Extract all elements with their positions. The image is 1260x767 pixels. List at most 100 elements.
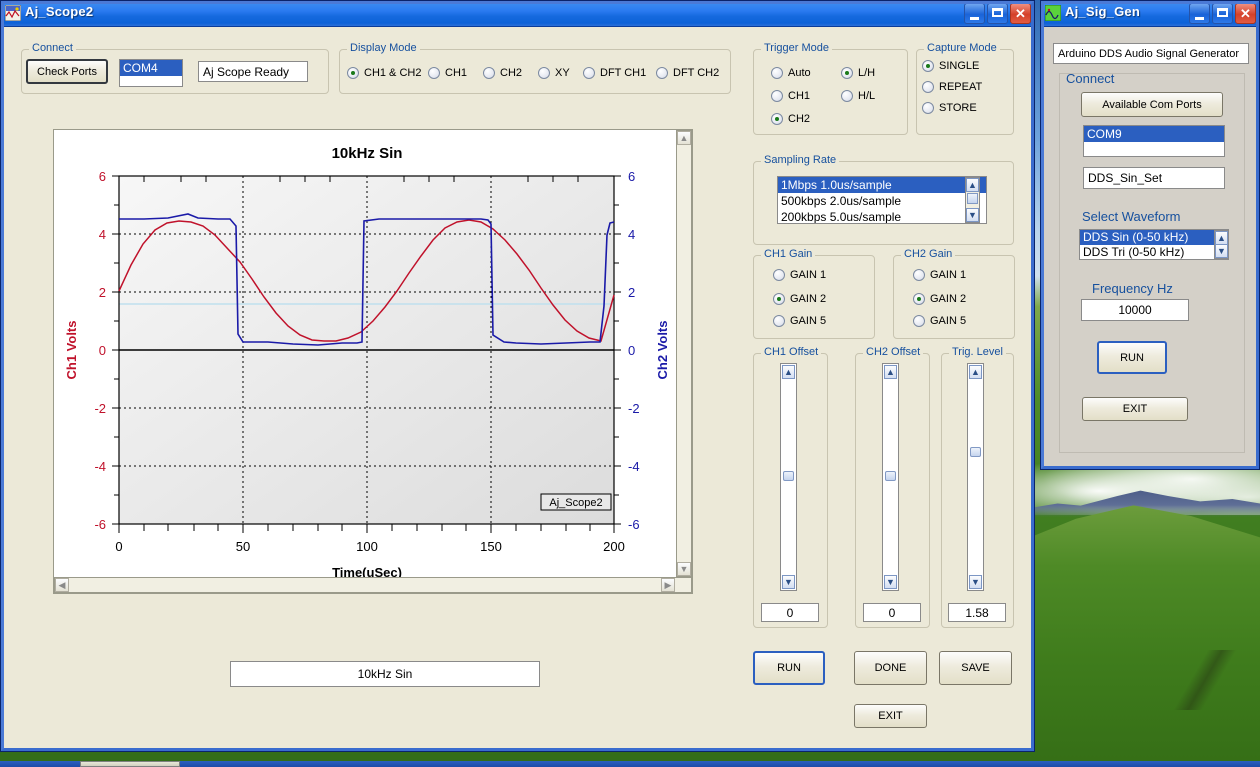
siggen-port-listbox[interactable]: COM9 (1083, 125, 1225, 157)
display-mode-ch2[interactable]: CH2 (483, 67, 522, 79)
slider-up-icon[interactable]: ▲ (884, 365, 897, 379)
scroll-down-icon[interactable]: ▼ (1215, 244, 1228, 258)
siggen-exit-button[interactable]: EXIT (1082, 397, 1188, 421)
done-button[interactable]: DONE (854, 651, 927, 685)
maximize-button[interactable] (987, 3, 1008, 24)
trigger-edge-lh[interactable]: L/H (841, 67, 875, 79)
check-ports-button[interactable]: Check Ports (26, 59, 108, 84)
radio-dot (538, 67, 550, 79)
slider-thumb[interactable] (885, 471, 896, 481)
display-mode-ch1[interactable]: CH1 (428, 67, 467, 79)
scope-port-listbox[interactable]: COM4 (119, 59, 183, 87)
slider-down-icon[interactable]: ▼ (884, 575, 897, 589)
minimize-button[interactable] (964, 3, 985, 24)
check-ports-label: Check Ports (37, 66, 97, 78)
list-item[interactable]: COM4 (120, 60, 182, 76)
available-com-ports-button[interactable]: Available Com Ports (1081, 92, 1223, 117)
list-item[interactable]: 500kbps 2.0us/sample (778, 193, 986, 209)
display-mode-xy[interactable]: XY (538, 67, 570, 79)
trig-level-slider[interactable]: ▲ ▼ (967, 363, 984, 591)
radio-label: CH1 (445, 67, 467, 79)
ch1-gain-2[interactable]: GAIN 2 (773, 293, 826, 305)
done-label: DONE (875, 662, 907, 674)
trigger-auto[interactable]: Auto (771, 67, 811, 79)
scroll-left-icon[interactable]: ◀ (55, 578, 69, 592)
taskbar-window-button[interactable] (80, 761, 180, 767)
frequency-field[interactable]: 10000 (1081, 299, 1189, 321)
trigger-ch1[interactable]: CH1 (771, 90, 810, 102)
trigger-ch2[interactable]: CH2 (771, 113, 810, 125)
siggen-titlebar[interactable]: Aj_Sig_Gen ✕ (1041, 1, 1259, 27)
display-mode-ch1-ch2[interactable]: CH1 & CH2 (347, 67, 421, 79)
capture-mode-legend: Capture Mode (924, 42, 1000, 54)
list-item[interactable]: DDS Tri (0-50 kHz) (1080, 245, 1228, 260)
slider-down-icon[interactable]: ▼ (782, 575, 795, 589)
capture-single[interactable]: SINGLE (922, 60, 979, 72)
display-mode-legend: Display Mode (347, 42, 420, 54)
ch2-gain-5[interactable]: GAIN 5 (913, 315, 966, 327)
radio-dot (347, 67, 359, 79)
ch2-offset-slider[interactable]: ▲ ▼ (882, 363, 899, 591)
wallpaper-path (1150, 650, 1260, 710)
list-item[interactable]: 200kbps 5.0us/sample (778, 209, 986, 224)
siggen-run-button[interactable]: RUN (1097, 341, 1167, 374)
ch2-gain-1[interactable]: GAIN 1 (913, 269, 966, 281)
slider-up-icon[interactable]: ▲ (969, 365, 982, 379)
radio-dot (922, 60, 934, 72)
minimize-button[interactable] (1189, 3, 1210, 24)
radio-dot (771, 113, 783, 125)
scroll-up-icon[interactable]: ▲ (677, 131, 691, 145)
scrollbar-thumb[interactable] (967, 193, 978, 204)
waveform-scrollbar[interactable]: ▲ ▼ (1214, 230, 1229, 259)
slider-down-icon[interactable]: ▼ (969, 575, 982, 589)
save-label: SAVE (961, 662, 990, 674)
save-button[interactable]: SAVE (939, 651, 1012, 685)
radio-label: CH2 (500, 67, 522, 79)
capture-store[interactable]: STORE (922, 102, 977, 114)
taskbar[interactable] (0, 761, 1260, 767)
scroll-up-icon[interactable]: ▲ (966, 178, 979, 192)
caption-field[interactable]: 10kHz Sin (230, 661, 540, 687)
sampling-rate-scrollbar[interactable]: ▲ ▼ (965, 177, 980, 223)
trigger-edge-hl[interactable]: H/L (841, 90, 875, 102)
scope-titlebar[interactable]: Aj_Scope2 ✕ (1, 1, 1034, 27)
slider-thumb[interactable] (783, 471, 794, 481)
slider-thumb[interactable] (970, 447, 981, 457)
chart-title: 10kHz Sin (332, 145, 403, 162)
close-button[interactable]: ✕ (1010, 3, 1031, 24)
radio-label: CH2 (788, 113, 810, 125)
right-axis-label: Ch2 Volts (655, 321, 670, 380)
slider-up-icon[interactable]: ▲ (782, 365, 795, 379)
trig-level-value-field[interactable]: 1.58 (948, 603, 1006, 622)
exit-button[interactable]: EXIT (854, 704, 927, 728)
list-item[interactable]: 1Mbps 1.0us/sample (778, 177, 986, 193)
chart-horizontal-scrollbar[interactable]: ◀ ▶ (54, 577, 692, 593)
scroll-down-icon[interactable]: ▼ (966, 208, 979, 222)
svg-text:2: 2 (99, 285, 106, 300)
radio-label: H/L (858, 90, 875, 102)
scroll-up-icon[interactable]: ▲ (1215, 231, 1228, 245)
capture-repeat[interactable]: REPEAT (922, 81, 982, 93)
radio-dot (773, 315, 785, 327)
radio-dot (913, 315, 925, 327)
siggen-command-field[interactable]: DDS_Sin_Set (1083, 167, 1225, 189)
scroll-down-icon[interactable]: ▼ (677, 562, 691, 576)
sampling-rate-listbox[interactable]: 1Mbps 1.0us/sample 500kbps 2.0us/sample … (777, 176, 987, 224)
list-item[interactable]: COM9 (1084, 126, 1224, 142)
close-button[interactable]: ✕ (1235, 3, 1256, 24)
maximize-button[interactable] (1212, 3, 1233, 24)
ch1-gain-1[interactable]: GAIN 1 (773, 269, 826, 281)
run-button[interactable]: RUN (753, 651, 825, 685)
chart-vertical-scrollbar[interactable]: ▲ ▼ (676, 130, 692, 577)
scroll-right-icon[interactable]: ▶ (661, 578, 675, 592)
ch2-offset-value-field[interactable]: 0 (863, 603, 921, 622)
waveform-listbox[interactable]: DDS Sin (0-50 kHz) DDS Tri (0-50 kHz) (1079, 229, 1229, 260)
ch1-offset-slider[interactable]: ▲ ▼ (780, 363, 797, 591)
display-mode-dft-ch2[interactable]: DFT CH2 (656, 67, 719, 79)
display-mode-dft-ch1[interactable]: DFT CH1 (583, 67, 646, 79)
list-item[interactable]: DDS Sin (0-50 kHz) (1080, 230, 1228, 245)
ch1-gain-5[interactable]: GAIN 5 (773, 315, 826, 327)
ch1-offset-value-field[interactable]: 0 (761, 603, 819, 622)
radio-label: GAIN 2 (790, 293, 826, 305)
ch2-gain-2[interactable]: GAIN 2 (913, 293, 966, 305)
